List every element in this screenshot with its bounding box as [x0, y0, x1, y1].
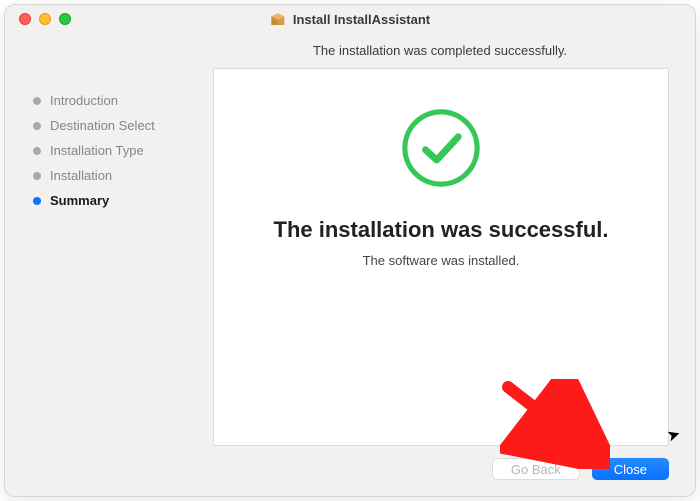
go-back-button[interactable]: Go Back [492, 458, 580, 480]
bullet-icon [33, 97, 41, 105]
window-title: Install InstallAssistant [293, 12, 430, 27]
step-label: Destination Select [50, 118, 155, 133]
step-destination-select: Destination Select [33, 113, 203, 138]
minimize-window-button[interactable] [39, 13, 51, 25]
close-button[interactable]: Close [592, 458, 669, 480]
bullet-icon [33, 122, 41, 130]
success-title: The installation was successful. [274, 217, 609, 243]
main-row: Introduction Destination Select Installa… [5, 68, 695, 446]
step-label: Introduction [50, 93, 118, 108]
bullet-icon [33, 172, 41, 180]
step-installation-type: Installation Type [33, 138, 203, 163]
installer-window: Install InstallAssistant The installatio… [5, 5, 695, 496]
step-label: Installation Type [50, 143, 144, 158]
step-introduction: Introduction [33, 88, 203, 113]
zoom-window-button[interactable] [59, 13, 71, 25]
package-icon [270, 11, 286, 27]
titlebar: Install InstallAssistant [5, 5, 695, 33]
page-heading: The installation was completed successfu… [185, 33, 695, 68]
step-summary: Summary [33, 188, 203, 213]
button-row: Go Back Close [5, 446, 695, 496]
step-label: Installation [50, 168, 112, 183]
step-installation: Installation [33, 163, 203, 188]
sidebar: Introduction Destination Select Installa… [33, 68, 203, 446]
window-title-area: Install InstallAssistant [270, 11, 430, 27]
content-area: The installation was completed successfu… [5, 33, 695, 496]
traffic-lights [5, 13, 71, 25]
bullet-icon [33, 197, 41, 205]
checkmark-circle-icon [398, 105, 484, 191]
close-window-button[interactable] [19, 13, 31, 25]
success-subtitle: The software was installed. [363, 253, 520, 268]
bullet-icon [33, 147, 41, 155]
step-label: Summary [50, 193, 109, 208]
result-panel: The installation was successful. The sof… [213, 68, 669, 446]
